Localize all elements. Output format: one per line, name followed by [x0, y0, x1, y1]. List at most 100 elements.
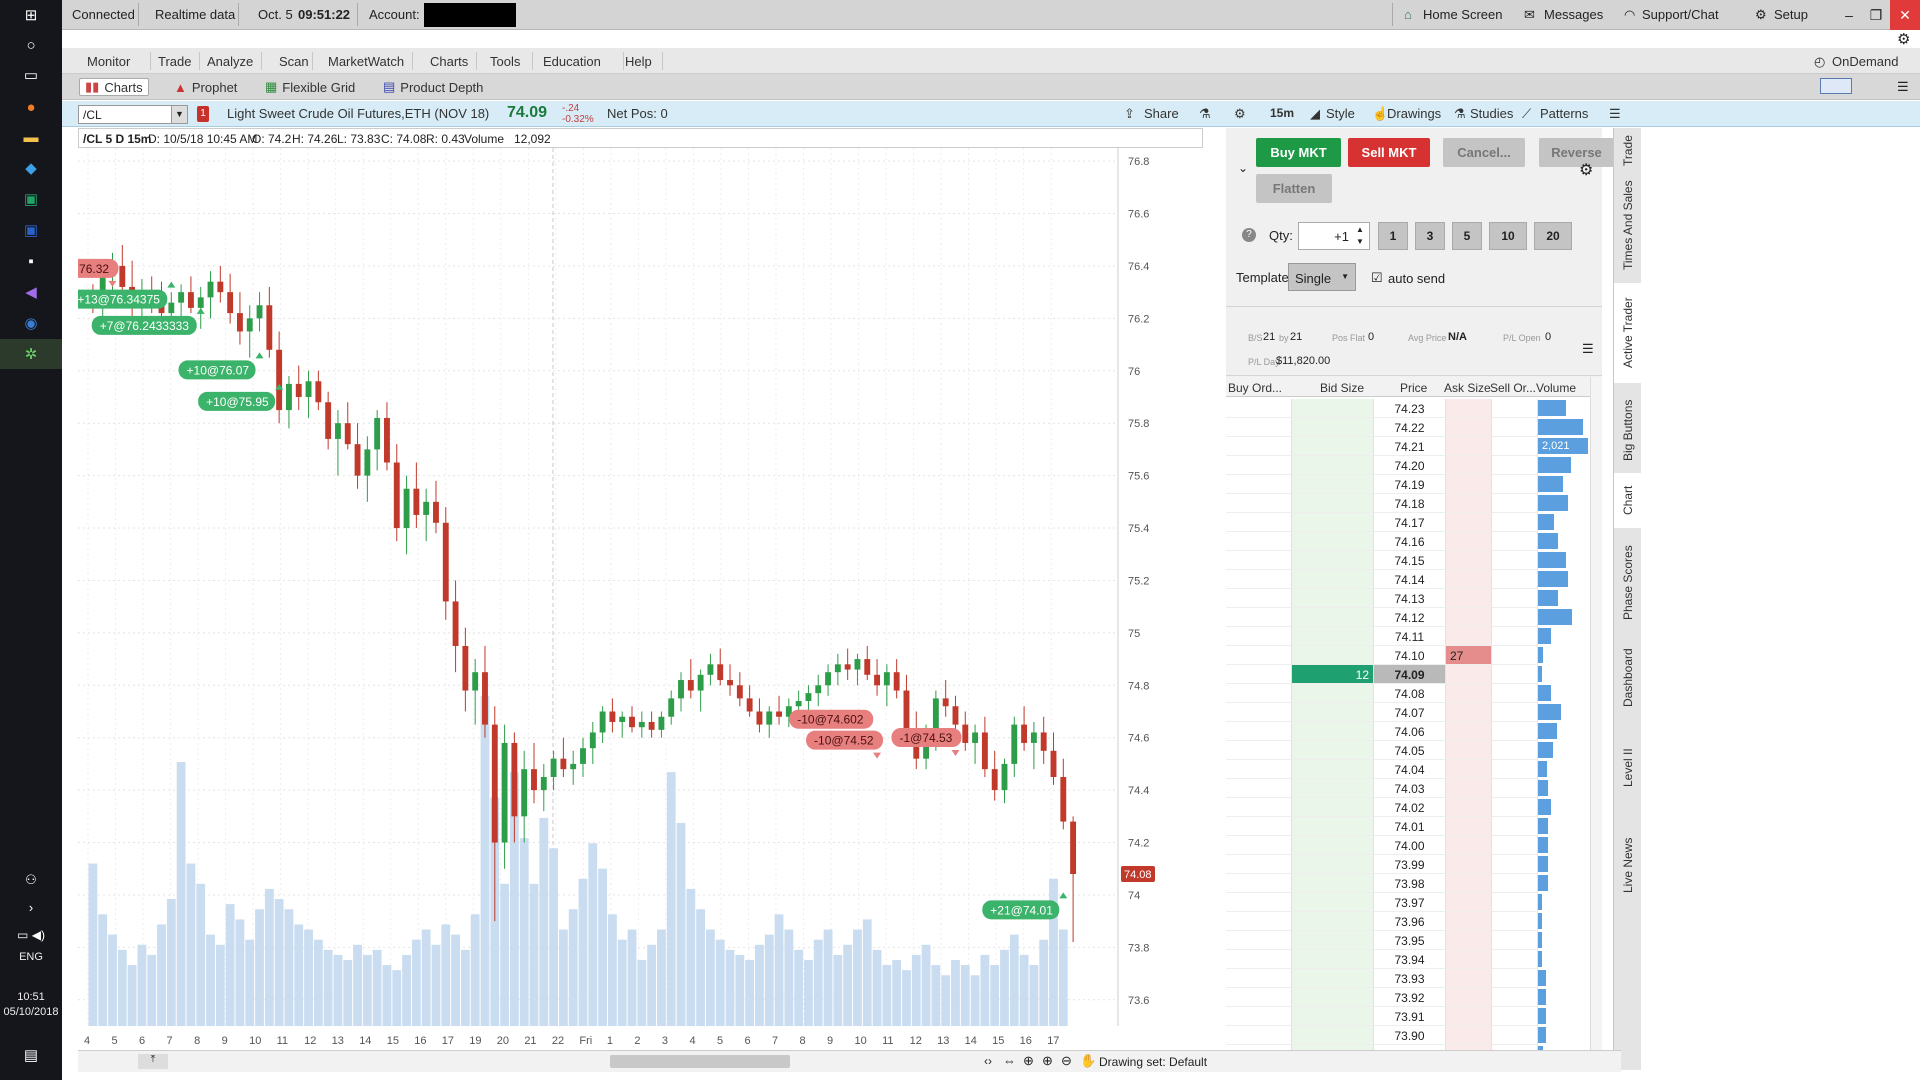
timeframe-selector[interactable]: 15m — [1270, 106, 1294, 120]
bid-size-cell[interactable] — [1292, 741, 1374, 760]
price-cell[interactable]: 74.09 — [1374, 665, 1446, 684]
price-cell[interactable]: 73.92 — [1374, 988, 1446, 1007]
price-cell[interactable]: 74.08 — [1374, 684, 1446, 703]
bid-size-cell[interactable] — [1292, 874, 1374, 893]
bid-size-cell[interactable] — [1292, 494, 1374, 513]
bid-size-cell[interactable] — [1292, 855, 1374, 874]
ask-size-cell[interactable] — [1446, 836, 1492, 855]
sell-orders-cell[interactable] — [1492, 399, 1538, 418]
sell-orders-cell[interactable] — [1492, 950, 1538, 969]
ladder-row[interactable]: 74.05 — [1226, 741, 1602, 760]
search-icon[interactable]: ○ — [0, 30, 62, 60]
buy-orders-cell[interactable] — [1226, 627, 1292, 646]
template-select[interactable]: Single ▼ — [1288, 263, 1356, 291]
price-cell[interactable]: 74.10 — [1374, 646, 1446, 665]
ask-size-cell[interactable] — [1446, 589, 1492, 608]
ladder-row[interactable]: 74.23 — [1226, 399, 1602, 418]
sell-orders-cell[interactable] — [1492, 589, 1538, 608]
ladder-row[interactable]: 74.08 — [1226, 684, 1602, 703]
ask-size-cell[interactable] — [1446, 494, 1492, 513]
price-cell[interactable]: 74.06 — [1374, 722, 1446, 741]
bid-size-cell[interactable] — [1292, 969, 1374, 988]
sell-orders-cell[interactable] — [1492, 874, 1538, 893]
ladder-row[interactable]: 73.96 — [1226, 912, 1602, 931]
ladder-row[interactable]: 74.22 — [1226, 418, 1602, 437]
sell-orders-cell[interactable] — [1492, 988, 1538, 1007]
bid-size-cell[interactable] — [1292, 418, 1374, 437]
bid-size-cell[interactable] — [1292, 779, 1374, 798]
sell-orders-cell[interactable] — [1492, 798, 1538, 817]
price-cell[interactable]: 73.98 — [1374, 874, 1446, 893]
ask-size-cell[interactable] — [1446, 874, 1492, 893]
ask-size-cell[interactable] — [1446, 437, 1492, 456]
sell-orders-cell[interactable] — [1492, 893, 1538, 912]
help-icon[interactable]: ? — [1242, 228, 1256, 242]
ladder-row[interactable]: 73.95 — [1226, 931, 1602, 950]
buy-orders-cell[interactable] — [1226, 912, 1292, 931]
bid-size-cell[interactable] — [1292, 1026, 1374, 1045]
ladder-row[interactable]: 74.04 — [1226, 760, 1602, 779]
price-cell[interactable]: 73.95 — [1374, 931, 1446, 950]
price-cell[interactable]: 73.93 — [1374, 969, 1446, 988]
sell-orders-cell[interactable] — [1492, 418, 1538, 437]
ladder-scrollbar[interactable] — [1590, 377, 1602, 1070]
sell-orders-cell[interactable] — [1492, 741, 1538, 760]
firefox-icon[interactable]: ● — [0, 92, 62, 122]
notepad-icon[interactable]: ▪ — [0, 246, 62, 276]
side-tab-trade[interactable]: Trade — [1614, 128, 1642, 173]
buy-orders-cell[interactable] — [1226, 703, 1292, 722]
ask-size-cell[interactable] — [1446, 760, 1492, 779]
buy-orders-cell[interactable] — [1226, 494, 1292, 513]
buy-orders-cell[interactable] — [1226, 551, 1292, 570]
ladder-row[interactable]: 73.99 — [1226, 855, 1602, 874]
price-cell[interactable]: 74.15 — [1374, 551, 1446, 570]
buy-orders-cell[interactable] — [1226, 608, 1292, 627]
side-tab-times-and-sales[interactable]: Times And Sales — [1614, 178, 1642, 273]
ladder-row[interactable]: 73.92 — [1226, 988, 1602, 1007]
account-selector[interactable] — [424, 3, 516, 27]
scroll-home-button[interactable]: ⤒ — [138, 1054, 168, 1069]
price-cell[interactable]: 74.18 — [1374, 494, 1446, 513]
ask-size-cell[interactable] — [1446, 684, 1492, 703]
share-button[interactable]: Share — [1144, 106, 1179, 121]
buy-orders-cell[interactable] — [1226, 475, 1292, 494]
reverse-button[interactable]: Reverse — [1539, 138, 1614, 167]
ladder-row[interactable]: 74.13 — [1226, 589, 1602, 608]
bid-size-cell[interactable] — [1292, 437, 1374, 456]
ask-size-cell[interactable] — [1446, 798, 1492, 817]
sell-orders-cell[interactable] — [1492, 1026, 1538, 1045]
side-tab-phase-scores[interactable]: Phase Scores — [1614, 538, 1642, 628]
price-cell[interactable]: 74.07 — [1374, 703, 1446, 722]
ask-size-cell[interactable] — [1446, 1007, 1492, 1026]
price-cell[interactable]: 74.13 — [1374, 589, 1446, 608]
qty-preset-3[interactable]: 3 — [1415, 222, 1445, 250]
ask-size-cell[interactable] — [1446, 418, 1492, 437]
sell-orders-cell[interactable] — [1492, 760, 1538, 779]
bid-size-cell[interactable] — [1292, 608, 1374, 627]
ask-size-cell[interactable] — [1446, 912, 1492, 931]
bid-size-cell[interactable] — [1292, 912, 1374, 931]
pan-arrows-icon[interactable]: ‹› — [984, 1054, 992, 1068]
sell-orders-cell[interactable] — [1492, 456, 1538, 475]
symbol-dropdown-icon[interactable]: ▼ — [171, 106, 187, 123]
sell-orders-cell[interactable] — [1492, 912, 1538, 931]
sell-orders-cell[interactable] — [1492, 836, 1538, 855]
buy-mkt-button[interactable]: Buy MKT — [1256, 138, 1341, 167]
buy-orders-cell[interactable] — [1226, 456, 1292, 475]
bid-size-cell[interactable] — [1292, 817, 1374, 836]
bid-size-cell[interactable] — [1292, 893, 1374, 912]
bid-size-cell[interactable] — [1292, 760, 1374, 779]
ladder-row[interactable]: 74.11 — [1226, 627, 1602, 646]
buy-orders-cell[interactable] — [1226, 760, 1292, 779]
price-cell[interactable]: 73.91 — [1374, 1007, 1446, 1026]
ask-size-cell[interactable] — [1446, 608, 1492, 627]
bid-size-cell[interactable] — [1292, 456, 1374, 475]
ask-size-cell[interactable] — [1446, 722, 1492, 741]
excel-icon[interactable]: ▣ — [0, 184, 62, 214]
price-cell[interactable]: 73.90 — [1374, 1026, 1446, 1045]
price-cell[interactable]: 74.22 — [1374, 418, 1446, 437]
bid-size-cell[interactable] — [1292, 722, 1374, 741]
bid-size-cell[interactable] — [1292, 1007, 1374, 1026]
network-volume-icon[interactable]: ▭ ◀) — [0, 920, 62, 950]
support-chat-button[interactable]: Support/Chat — [1642, 7, 1719, 22]
